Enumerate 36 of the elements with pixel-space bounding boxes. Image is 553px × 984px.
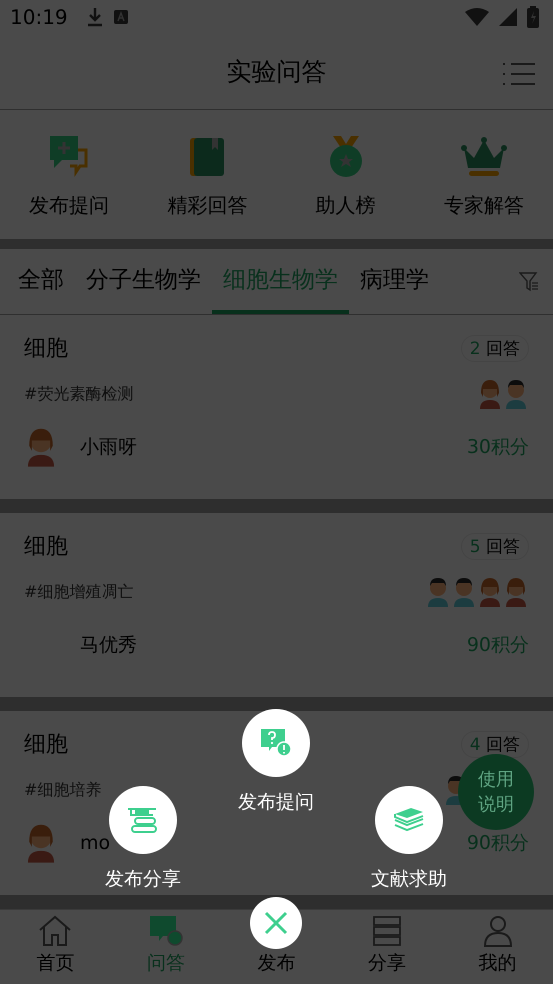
question-tag: #细胞培养	[24, 780, 102, 801]
author-name: 马优秀	[80, 633, 137, 658]
author-name: mo	[80, 832, 110, 854]
answer-count: 4	[470, 734, 481, 755]
points-reward: 30积分	[466, 435, 529, 460]
question-card[interactable]: 细胞 2 回答 #荧光素酶检测 小雨呀 30积分	[0, 315, 553, 514]
question-title: 细胞	[24, 731, 68, 760]
category-tab[interactable]: 细胞生物学	[212, 248, 349, 314]
answer-label: 回答	[486, 338, 520, 359]
page-title: 实验问答	[226, 56, 326, 88]
question-card[interactable]: 细胞 5 回答 #细胞增殖凋亡 马优秀 90积分	[0, 513, 553, 712]
quick-action[interactable]: 发布提问	[0, 130, 138, 220]
nav-tab[interactable]: 首页	[0, 914, 111, 984]
status-time: 10:19	[10, 5, 68, 30]
question-title: 细胞	[24, 335, 68, 364]
quick-action[interactable]: 精彩回答	[138, 130, 276, 220]
points-reward: 90积分	[466, 831, 529, 856]
answer-count: 2	[470, 338, 481, 359]
answer-label: 回答	[486, 536, 520, 557]
answer-label: 回答	[486, 734, 520, 755]
help-button[interactable]: 使用说明	[458, 754, 534, 830]
nav-tab[interactable]: 分享	[332, 914, 442, 984]
quick-action[interactable]: 助人榜	[276, 130, 415, 220]
author-name: 小雨呀	[80, 435, 137, 460]
nav-tab[interactable]: 发布	[221, 950, 332, 984]
points-reward: 90积分	[466, 633, 529, 658]
quick-action[interactable]: 专家解答	[414, 130, 553, 220]
category-tab[interactable]: 全部	[18, 248, 75, 314]
category-tab[interactable]: 病理学	[349, 248, 440, 314]
question-tag: #细胞增殖凋亡	[24, 582, 134, 603]
nav-tab[interactable]: 我的	[442, 914, 553, 984]
question-tag: #荧光素酶检测	[24, 384, 134, 405]
category-tab[interactable]: 分子生物学	[75, 248, 212, 314]
question-title: 细胞	[24, 533, 68, 562]
answer-count: 5	[470, 536, 481, 557]
nav-tab[interactable]: 问答	[110, 914, 222, 984]
